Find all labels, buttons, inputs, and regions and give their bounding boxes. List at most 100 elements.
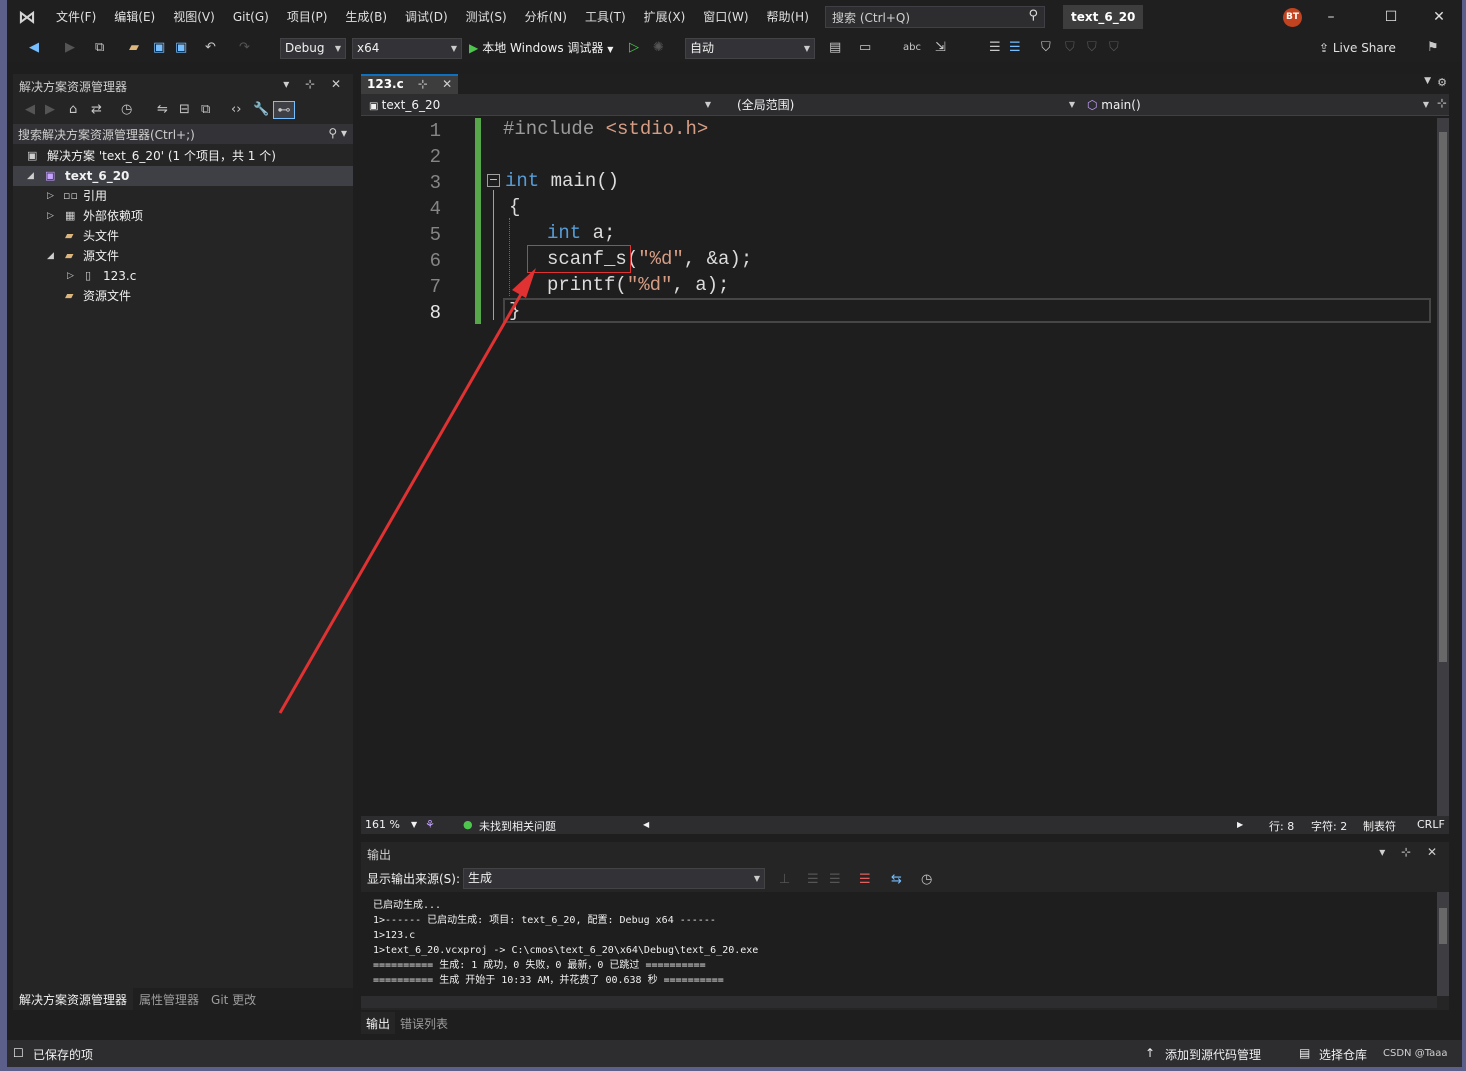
select-repository-button[interactable]: 选择仓库: [1319, 1046, 1367, 1063]
tree-item-header-files[interactable]: ▰ 头文件: [13, 226, 353, 246]
tab-solution-explorer[interactable]: 解决方案资源管理器: [13, 988, 134, 1010]
collapsed-arrow-icon[interactable]: ▷: [67, 266, 74, 286]
clear-all-icon[interactable]: ☰: [859, 871, 871, 889]
menu-test[interactable]: 测试(S): [457, 0, 516, 34]
eol-indicator[interactable]: CRLF: [1417, 818, 1445, 831]
folder-view-icon[interactable]: ▤: [829, 39, 841, 57]
tab-list-icon[interactable]: ▼: [1424, 76, 1431, 86]
outdent-icon[interactable]: ☰: [1009, 39, 1021, 57]
tab-git-changes[interactable]: Git 更改: [205, 988, 262, 1010]
pin-icon[interactable]: ⊹: [418, 77, 428, 91]
scrollbar-thumb[interactable]: [1439, 908, 1447, 944]
live-share-button[interactable]: ⇪ Live Share: [1319, 39, 1396, 57]
menu-window[interactable]: 窗口(W): [694, 0, 757, 34]
zoom-level[interactable]: 161 %: [365, 818, 400, 831]
collapse-all-icon[interactable]: ⊟: [179, 101, 190, 119]
tab-property-manager[interactable]: 属性管理器: [133, 988, 205, 1010]
platform-select[interactable]: x64 ▼: [352, 38, 462, 59]
switch-views-icon[interactable]: ⇄: [91, 101, 102, 119]
close-tab-icon[interactable]: ✕: [442, 77, 452, 91]
tree-item-project[interactable]: ◢ ▣ text_6_20: [13, 166, 353, 186]
find-message-icon[interactable]: ⊥: [779, 871, 790, 889]
menu-tools[interactable]: 工具(T): [576, 0, 635, 34]
tree-item-resource-files[interactable]: ▰ 资源文件: [13, 286, 353, 306]
notification-icon[interactable]: ☐: [13, 1046, 24, 1060]
word-wrap-icon[interactable]: ⇆: [891, 871, 902, 889]
properties-icon[interactable]: 🔧: [253, 101, 269, 119]
maximize-icon[interactable]: ☐: [1379, 6, 1403, 28]
project-nav-select[interactable]: ▣ text_6_20 ▼: [365, 96, 715, 114]
tab-123-c[interactable]: 123.c ⊹ ✕: [361, 74, 459, 94]
menu-git[interactable]: Git(G): [224, 0, 278, 34]
expanded-arrow-icon[interactable]: ◢: [47, 246, 54, 266]
sync-icon[interactable]: ⇋: [157, 101, 168, 119]
add-to-source-control-button[interactable]: 添加到源代码管理: [1165, 1046, 1261, 1063]
start-debugging-button[interactable]: ▶ 本地 Windows 调试器 ▼: [469, 39, 613, 57]
undo-icon[interactable]: ↶: [205, 39, 216, 57]
redo-icon[interactable]: ↷: [239, 39, 250, 57]
tree-item-external-deps[interactable]: ▷ ▦ 外部依赖项: [13, 206, 353, 226]
menu-build[interactable]: 生成(B): [336, 0, 396, 34]
issues-status[interactable]: 未找到相关问题: [479, 818, 556, 834]
new-project-icon[interactable]: ⧉: [95, 39, 104, 57]
scrollbar-thumb[interactable]: [1439, 132, 1447, 662]
code-area[interactable]: 1 2 3 4 5 6 7 8 − #include <stdio.h> int…: [361, 118, 1437, 816]
home-icon[interactable]: ⌂: [69, 101, 77, 119]
feedback-icon[interactable]: ⚑: [1427, 39, 1439, 57]
menu-debug[interactable]: 调试(D): [396, 0, 457, 34]
navigate-back-icon[interactable]: ◀: [29, 39, 39, 57]
step-into-icon[interactable]: ⇲: [935, 39, 946, 57]
preview-selected-icon[interactable]: ⊷: [273, 101, 295, 119]
output-vertical-scrollbar[interactable]: [1437, 892, 1449, 996]
scroll-left-icon[interactable]: ◀: [643, 820, 649, 829]
tree-item-solution[interactable]: ▣ 解决方案 'text_6_20' (1 个项目，共 1 个): [13, 146, 353, 166]
expanded-arrow-icon[interactable]: ◢: [27, 166, 34, 186]
menu-extensions[interactable]: 扩展(X): [635, 0, 695, 34]
output-horizontal-scrollbar[interactable]: [361, 996, 1437, 1008]
open-file-icon[interactable]: ▰: [129, 39, 139, 57]
hot-reload-icon[interactable]: ✺: [653, 39, 664, 57]
prev-bookmark-icon[interactable]: ⛉: [1065, 39, 1075, 57]
menu-view[interactable]: 视图(V): [164, 0, 224, 34]
output-source-select[interactable]: 生成 ▼: [463, 868, 765, 889]
scope-nav-select[interactable]: (全局范围) ▼: [733, 96, 1079, 114]
chevron-down-icon[interactable]: ▼: [411, 820, 417, 829]
start-without-debugging-icon[interactable]: ▷: [629, 39, 639, 57]
close-window-icon[interactable]: ✕: [1427, 6, 1451, 28]
code-view-icon[interactable]: ‹›: [231, 101, 241, 119]
next-message-icon[interactable]: ☰: [829, 871, 841, 889]
clock-icon[interactable]: ◷: [921, 871, 932, 889]
collapsed-arrow-icon[interactable]: ▷: [47, 206, 54, 226]
user-avatar[interactable]: BT: [1283, 8, 1302, 27]
pending-changes-icon[interactable]: ◷: [121, 101, 132, 119]
next-bookmark-icon[interactable]: ⛉: [1087, 39, 1097, 57]
tree-item-references[interactable]: ▷ ▫▫ 引用: [13, 186, 353, 206]
layout-icon[interactable]: ▭: [859, 39, 871, 57]
tree-item-source-files[interactable]: ◢ ▰ 源文件: [13, 246, 353, 266]
prev-message-icon[interactable]: ☰: [807, 871, 819, 889]
global-search-input[interactable]: 搜索 (Ctrl+Q) ⚲: [825, 6, 1045, 28]
collapsed-arrow-icon[interactable]: ▷: [47, 186, 54, 206]
solution-search-input[interactable]: 搜索解决方案资源管理器(Ctrl+;) ⚲ ▾: [13, 124, 353, 144]
function-nav-select[interactable]: ⬡ main() ▼: [1083, 96, 1433, 114]
intellicode-icon[interactable]: ⚘: [425, 818, 435, 831]
forward-icon[interactable]: ▶: [45, 101, 55, 119]
show-all-files-icon[interactable]: ⧉: [201, 101, 210, 119]
menu-analyze[interactable]: 分析(N): [516, 0, 576, 34]
menu-help[interactable]: 帮助(H): [758, 0, 818, 34]
tab-mode-indicator[interactable]: 制表符: [1363, 818, 1396, 834]
bookmark-icon[interactable]: ⛉: [1041, 39, 1051, 57]
tab-output[interactable]: 输出: [361, 1012, 396, 1034]
minimize-icon[interactable]: –: [1319, 6, 1343, 28]
configuration-select[interactable]: Debug ▼: [280, 38, 346, 59]
tab-error-list[interactable]: 错误列表: [395, 1012, 453, 1034]
panel-controls[interactable]: ▾ ⊹ ✕: [283, 77, 347, 91]
menu-edit[interactable]: 编辑(E): [105, 0, 164, 34]
clear-bookmarks-icon[interactable]: ⛉: [1109, 39, 1119, 57]
spell-check-icon[interactable]: abc: [903, 39, 921, 57]
gear-icon[interactable]: ⚙: [1437, 76, 1447, 89]
collapse-toggle-icon[interactable]: −: [487, 174, 500, 187]
menu-file[interactable]: 文件(F): [47, 0, 105, 34]
navigate-forward-icon[interactable]: ▶: [65, 39, 75, 57]
save-icon[interactable]: ▣: [153, 39, 165, 57]
